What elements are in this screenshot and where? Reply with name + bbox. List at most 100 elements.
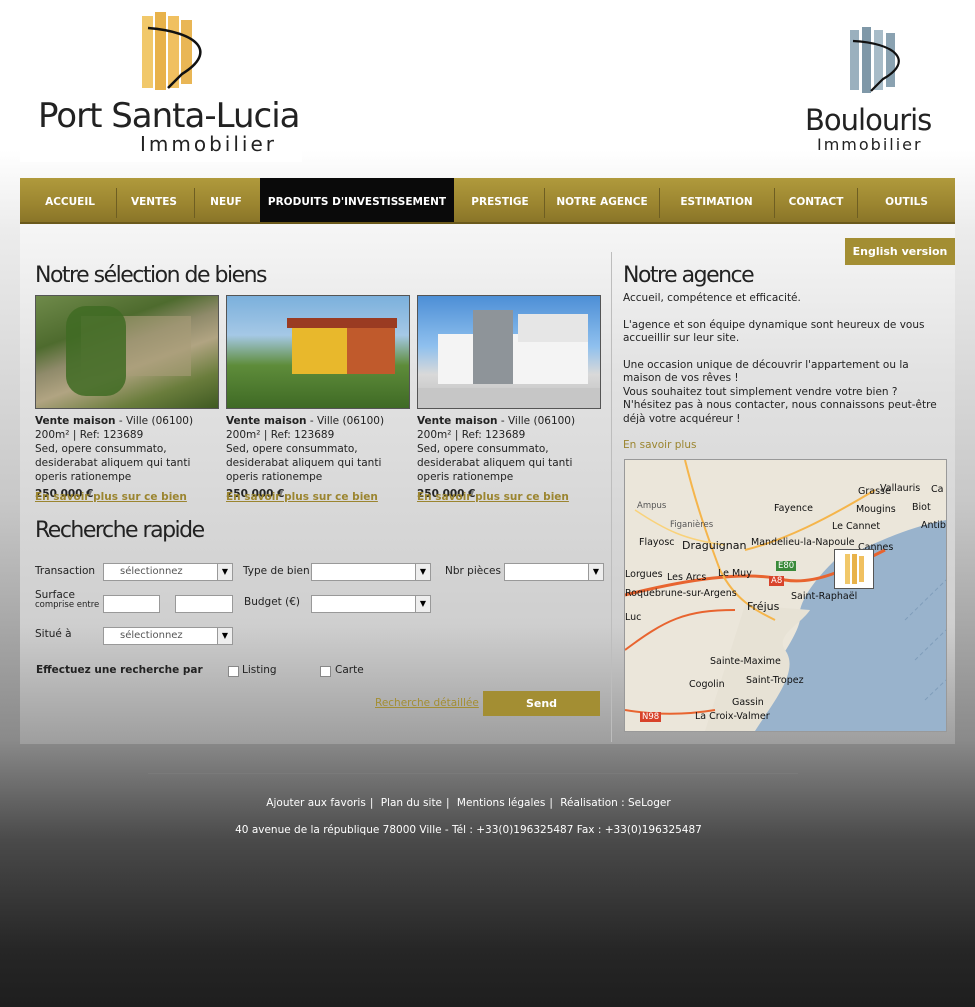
map-label: Le Cannet [832,521,881,532]
location-select[interactable]: sélectionnez ▼ [103,627,233,645]
property-type-value [312,566,328,577]
chevron-down-icon: ▼ [588,564,603,580]
surface-max-input[interactable] [175,595,233,613]
nav-neuf[interactable]: NEUF [195,178,257,222]
property-type-select[interactable]: ▼ [311,563,431,581]
map-label: Ampus [637,501,667,511]
footer-address: 40 avenue de la république 78000 Ville -… [235,824,702,836]
property-meta: 200m² | Ref: 123689 [35,429,144,441]
sitemap-link[interactable]: Plan du site [381,797,442,809]
map-label: Ca [931,484,944,495]
map-label: Mougins [856,504,896,515]
logo-swoosh-icon [147,26,202,89]
map-label: Draguignan [682,539,747,552]
partner-name: Boulouris [805,103,932,137]
property-photo[interactable] [226,295,410,409]
budget-value [312,598,328,609]
surface-min-input[interactable] [103,595,160,613]
nav-estimation[interactable]: ESTIMATION [660,178,773,222]
rooms-label: Nbr pièces [445,565,501,577]
property-details-link[interactable]: En savoir plus sur ce bien [417,491,569,503]
brand-logo[interactable]: Port Santa-Lucia Immobilier [20,10,302,162]
selection-title: Notre sélection de biens [35,263,268,288]
agency-map[interactable]: Grasse Vallauris Ca Fayence Mougins Biot… [624,459,947,732]
legal-link[interactable]: Mentions légales [457,797,545,809]
favorites-link[interactable]: Ajouter aux favoris [266,797,366,809]
budget-select[interactable]: ▼ [311,595,431,613]
terrace-shape [418,388,600,408]
nav-prestige[interactable]: PRESTIGE [456,178,544,222]
agency-line: Vous souhaitez tout simplement vendre vo… [623,385,898,398]
map-road-badge: A8 [769,576,785,586]
house-shape [518,314,588,342]
property-type: Vente maison [35,415,116,427]
chevron-down-icon: ▼ [217,564,232,580]
map-label: Flayosc [639,537,675,548]
chevron-down-icon: ▼ [217,628,232,644]
transaction-value: sélectionnez [120,566,183,577]
location-label: Situé à [35,628,72,640]
map-label: Cogolin [689,679,725,690]
location-value: sélectionnez [120,630,183,641]
credit-link[interactable]: Réalisation : SeLoger [560,797,670,809]
brand-sub: Immobilier [140,132,277,156]
map-label: Antib [921,520,946,531]
search-by-label: Effectuez une recherche par [36,664,203,676]
column-divider [611,252,612,742]
nav-outils[interactable]: OUTILS [858,178,955,222]
nav-accueil[interactable]: ACCUEIL [30,178,110,222]
listing-label: Listing [242,664,277,676]
property-photo[interactable] [35,295,219,409]
logo-swoosh-icon [852,39,900,92]
nav-produits-investissement[interactable]: PRODUITS D'INVESTISSEMENT [260,178,454,222]
chevron-down-icon: ▼ [415,564,430,580]
agency-more-link[interactable]: En savoir plus [623,439,696,451]
map-road-badge: N98 [640,712,662,722]
nav-ventes[interactable]: VENTES [117,178,191,222]
map-option-label: Carte [335,664,364,676]
ivy-shape [66,306,126,396]
property-photo[interactable] [417,295,601,409]
surface-sublabel: comprise entre [35,600,100,610]
agency-line: Accueil, compétence et efficacité. [623,292,801,304]
transaction-select[interactable]: sélectionnez ▼ [103,563,233,581]
map-marker-icon[interactable] [834,549,874,589]
agency-title: Notre agence [623,263,755,288]
send-button[interactable]: Send [483,691,600,716]
main-nav: ACCUEIL VENTES NEUF PRODUITS D'INVESTISS… [20,178,955,224]
map-label: Fayence [774,503,813,514]
nav-notre-agence[interactable]: NOTRE AGENCE [545,178,659,222]
property-card: Vente maison - Ville (06100) 200m² | Ref… [226,414,411,501]
map-label: Les Arcs [667,572,707,583]
map-checkbox[interactable] [320,666,331,677]
property-type: Vente maison [226,415,307,427]
logo-bar [845,554,850,584]
map-label: Saint-Tropez [746,675,804,686]
map-label: Gassin [732,697,764,708]
transaction-label: Transaction [35,565,96,577]
english-version-button[interactable]: English version [845,238,955,265]
map-label: Lorgues [625,569,663,580]
map-label: Biot [912,502,931,513]
map-label: La Croix-Valmer [695,711,770,722]
map-label: Figanières [670,520,714,530]
property-place: - Ville (06100) [115,415,194,427]
property-details-link[interactable]: En savoir plus sur ce bien [35,491,187,503]
surface-label: Surface comprise entre [35,590,99,610]
property-desc: Sed, opere consummato, desiderabat aliqu… [35,443,191,483]
agency-line: Une occasion unique de découvrir l'appar… [623,358,909,385]
nav-contact[interactable]: CONTACT [775,178,857,222]
listing-checkbox[interactable] [228,666,239,677]
property-meta: 200m² | Ref: 123689 [417,429,526,441]
map-label: Roquebrune-sur-Argens [625,588,737,599]
agency-line: L'agence et son équipe dynamique sont he… [623,318,925,345]
agency-description: Accueil, compétence et efficacité. L'age… [623,292,943,426]
rooms-select[interactable]: ▼ [504,563,604,581]
logo-bar [852,554,857,584]
property-details-link[interactable]: En savoir plus sur ce bien [226,491,378,503]
property-type-label: Type de bien [243,565,310,577]
partner-logo[interactable]: Boulouris Immobilier [795,25,955,165]
chevron-down-icon: ▼ [415,596,430,612]
detailed-search-link[interactable]: Recherche détaillée [375,697,479,709]
map-label: Saint-Raphaël [791,591,858,602]
